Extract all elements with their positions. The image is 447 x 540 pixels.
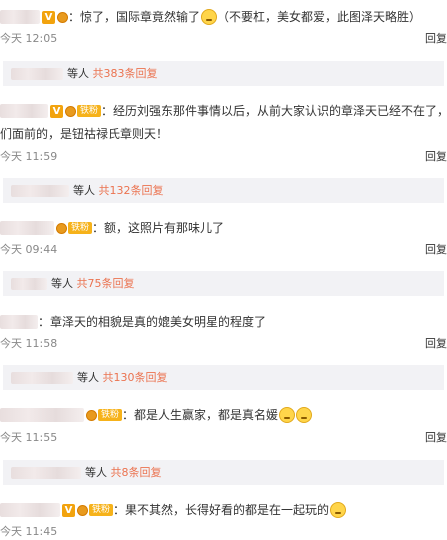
sad-emoji-icon <box>279 407 296 423</box>
fan-badge: 铁粉 <box>89 504 114 516</box>
reply-count-link[interactable]: 共8条回复 <box>111 466 162 479</box>
username[interactable] <box>0 10 40 24</box>
reply-button[interactable]: 回复 <box>425 430 447 446</box>
reply-summary-bar[interactable]: 等人 共383条回复 <box>3 61 444 86</box>
crown-icon <box>86 409 97 421</box>
comment-time: 今天 11:55 <box>0 431 58 444</box>
reply-summary-bar[interactable]: 等人 共8条回复 <box>3 460 444 485</box>
comment-text: ：惊了，国际章竟然输了 <box>68 10 201 24</box>
reply-button[interactable]: 回复 <box>425 242 447 258</box>
crown-icon <box>56 222 67 234</box>
reply-summary-bar[interactable]: 等人 共132条回复 <box>3 178 444 203</box>
username[interactable] <box>11 467 81 479</box>
reply-summary-bar[interactable]: 等人 共75条回复 <box>3 271 444 296</box>
comment-time: 今天 11:45 <box>0 525 58 538</box>
comment-text: ：经历刘强东那件事情以后，从前大家认识的章泽天已经不在了， <box>101 104 447 118</box>
username[interactable] <box>11 68 63 80</box>
comment-text: ：都是人生赢家，都是真名媛 <box>122 408 279 422</box>
dog-emoji-icon <box>201 9 218 25</box>
comment-text: ：章泽天的相貌是真的媲美女明星的程度了 <box>38 315 267 329</box>
reply-prefix: 等人 <box>85 466 107 479</box>
username[interactable] <box>0 408 84 422</box>
reply-button[interactable]: 回复 <box>425 31 447 47</box>
comment-text: ：额，这照片有那味儿了 <box>92 221 225 235</box>
comment-time: 今天 09:44 <box>0 243 58 256</box>
username[interactable] <box>11 372 73 384</box>
reply-prefix: 等人 <box>73 184 95 197</box>
reply-summary-bar[interactable]: 等人 共130条回复 <box>3 365 444 390</box>
reply-count-link[interactable]: 共132条回复 <box>99 184 164 197</box>
comment-time: 今天 12:05 <box>0 32 58 45</box>
reply-prefix: 等人 <box>67 67 89 80</box>
reply-button[interactable]: 回复 <box>425 336 447 352</box>
comment-time: 今天 11:59 <box>0 150 58 163</box>
sad-emoji-icon <box>296 407 313 423</box>
reply-count-link[interactable]: 共130条回复 <box>103 371 168 384</box>
username[interactable] <box>11 185 69 197</box>
username[interactable] <box>0 503 60 517</box>
comment-text: ：果不其然，长得好看的都是在一起玩的 <box>113 503 330 517</box>
crown-icon <box>57 11 68 23</box>
verified-badge-icon: V <box>62 503 75 517</box>
reply-prefix: 等人 <box>51 277 73 290</box>
verified-badge-icon: V <box>42 10 55 24</box>
crown-icon <box>65 105 76 117</box>
reply-count-link[interactable]: 共75条回复 <box>77 277 135 290</box>
fan-badge: 铁粉 <box>68 222 93 234</box>
username[interactable] <box>11 278 47 290</box>
comment-time: 今天 11:58 <box>0 337 58 350</box>
reply-count-link[interactable]: 共383条回复 <box>93 67 158 80</box>
crown-icon <box>77 504 88 516</box>
lemon-emoji-icon <box>330 502 347 518</box>
comment-text-tail: （不要杠，美女都爱，此图泽天略胜） <box>217 10 422 24</box>
reply-prefix: 等人 <box>77 371 99 384</box>
verified-badge-icon: V <box>50 104 63 118</box>
reply-button[interactable]: 回复 <box>425 149 447 165</box>
username[interactable] <box>0 315 38 329</box>
fan-badge: 铁粉 <box>77 105 102 117</box>
fan-badge: 铁粉 <box>98 409 123 421</box>
comment-text-wrap: 们面前的，是钮祜禄氏章则天！ <box>0 127 169 141</box>
username[interactable] <box>0 221 54 235</box>
username[interactable] <box>0 104 48 118</box>
